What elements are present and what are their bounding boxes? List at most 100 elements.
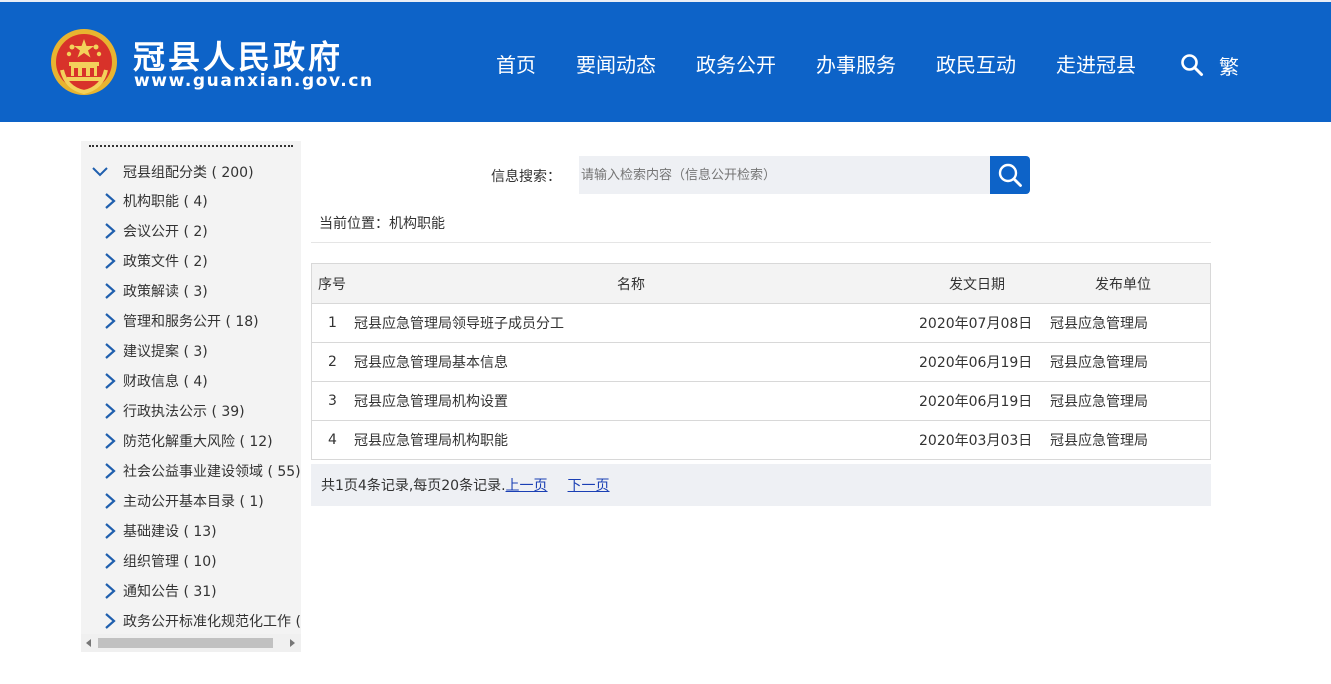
- sidebar-item-label: 机构职能 ( 4): [123, 194, 208, 210]
- chevron-right-icon: [105, 553, 116, 569]
- document-date: 2020年03月03日: [919, 433, 1033, 449]
- chevron-right-icon: [105, 463, 116, 479]
- sidebar-item-policy-docs[interactable]: 政策文件 ( 2): [103, 246, 301, 276]
- column-header-date: 发文日期: [949, 276, 1005, 293]
- tree-list: 机构职能 ( 4) 会议公开 ( 2) 政策文件 ( 2) 政策解读 ( 3) …: [103, 186, 301, 636]
- chevron-right-icon: [105, 313, 116, 329]
- sidebar-item-notices[interactable]: 通知公告 ( 31): [103, 576, 301, 606]
- table-header: 序号 名称 发文日期 发布单位: [312, 264, 1210, 304]
- document-date: 2020年06月19日: [919, 394, 1033, 410]
- main-nav: 首页 要闻动态 政务公开 办事服务 政民互动 走进冠县: [476, 50, 1156, 82]
- next-page-link[interactable]: 下一页: [568, 475, 610, 495]
- table-row: 3 冠县应急管理局机构设置 2020年06月19日 冠县应急管理局: [312, 382, 1210, 421]
- tree-root-label: 冠县组配分类 ( 200): [123, 165, 254, 181]
- sidebar-item-label: 主动公开基本目录 ( 1): [123, 494, 264, 510]
- sidebar-item-label: 组织管理 ( 10): [123, 554, 217, 570]
- column-header-name: 名称: [617, 276, 645, 293]
- document-date: 2020年06月19日: [919, 355, 1033, 371]
- sidebar-item-label: 通知公告 ( 31): [123, 584, 217, 600]
- document-link[interactable]: 冠县应急管理局机构职能: [354, 430, 508, 450]
- row-number: 1: [328, 315, 337, 331]
- site-url: www.guanxian.gov.cn: [134, 71, 374, 91]
- sidebar-item-label: 政策解读 ( 3): [123, 284, 208, 300]
- search-input[interactable]: [579, 156, 991, 194]
- chevron-right-icon: [105, 223, 116, 239]
- chevron-right-icon: [105, 493, 116, 509]
- sidebar-item-label: 会议公开 ( 2): [123, 224, 208, 240]
- divider: [311, 242, 1211, 243]
- search-button[interactable]: [990, 156, 1030, 194]
- scroll-right-icon[interactable]: [290, 639, 295, 647]
- document-unit: 冠县应急管理局: [1050, 433, 1148, 449]
- sidebar-item-org-functions[interactable]: 机构职能 ( 4): [103, 186, 301, 216]
- chevron-right-icon: [105, 583, 116, 599]
- sidebar-item-policy-interpretation[interactable]: 政策解读 ( 3): [103, 276, 301, 306]
- sidebar-item-management-services[interactable]: 管理和服务公开 ( 18): [103, 306, 301, 336]
- nav-item-news[interactable]: 要闻动态: [556, 50, 676, 80]
- scrollbar-thumb[interactable]: [98, 638, 273, 648]
- nav-item-home[interactable]: 首页: [476, 50, 556, 80]
- category-sidebar: 冠县组配分类 ( 200) 机构职能 ( 4) 会议公开 ( 2) 政策文件 (…: [81, 141, 301, 652]
- search-icon[interactable]: [1180, 53, 1204, 77]
- national-emblem-icon[interactable]: [50, 26, 118, 98]
- sidebar-item-label: 建议提案 ( 3): [123, 344, 208, 360]
- chevron-right-icon: [105, 403, 116, 419]
- pagination: 共1页4条记录,每页20条记录. 上一页 下一页: [311, 464, 1211, 506]
- traditional-chinese-toggle[interactable]: 繁: [1219, 51, 1239, 80]
- nav-item-gov-affairs[interactable]: 政务公开: [676, 50, 796, 80]
- row-number: 3: [328, 393, 337, 409]
- sidebar-item-finance[interactable]: 财政信息 ( 4): [103, 366, 301, 396]
- sidebar-item-infrastructure[interactable]: 基础建设 ( 13): [103, 516, 301, 546]
- sidebar-item-disclosure-catalog[interactable]: 主动公开基本目录 ( 1): [103, 486, 301, 516]
- document-link[interactable]: 冠县应急管理局领导班子成员分工: [354, 313, 564, 333]
- document-unit: 冠县应急管理局: [1050, 394, 1148, 410]
- column-header-unit: 发布单位: [1095, 276, 1151, 293]
- chevron-right-icon: [105, 523, 116, 539]
- sidebar-item-label: 管理和服务公开 ( 18): [123, 314, 259, 330]
- nav-item-about[interactable]: 走进冠县: [1036, 50, 1156, 80]
- chevron-right-icon: [105, 253, 116, 269]
- table-row: 1 冠县应急管理局领导班子成员分工 2020年07月08日 冠县应急管理局: [312, 304, 1210, 343]
- sidebar-item-label: 政务公开标准化规范化工作 (: [123, 614, 301, 630]
- sidebar-item-meetings[interactable]: 会议公开 ( 2): [103, 216, 301, 246]
- document-unit: 冠县应急管理局: [1050, 355, 1148, 371]
- sidebar-item-law-enforcement[interactable]: 行政执法公示 ( 39): [103, 396, 301, 426]
- sidebar-item-label: 行政执法公示 ( 39): [123, 404, 245, 420]
- document-link[interactable]: 冠县应急管理局基本信息: [354, 352, 508, 372]
- sidebar-item-organization[interactable]: 组织管理 ( 10): [103, 546, 301, 576]
- sidebar-item-proposals[interactable]: 建议提案 ( 3): [103, 336, 301, 366]
- sidebar-item-public-welfare[interactable]: 社会公益事业建设领域 ( 55): [103, 456, 301, 486]
- sidebar-item-label: 政策文件 ( 2): [123, 254, 208, 270]
- chevron-right-icon: [105, 343, 116, 359]
- table-row: 2 冠县应急管理局基本信息 2020年06月19日 冠县应急管理局: [312, 343, 1210, 382]
- documents-table: 序号 名称 发文日期 发布单位 1 冠县应急管理局领导班子成员分工 2020年0…: [311, 263, 1211, 460]
- chevron-right-icon: [105, 433, 116, 449]
- chevron-right-icon: [105, 613, 116, 629]
- sidebar-item-standardization[interactable]: 政务公开标准化规范化工作 (: [103, 606, 301, 636]
- sidebar-item-risk-prevention[interactable]: 防范化解重大风险 ( 12): [103, 426, 301, 456]
- row-number: 4: [328, 432, 337, 448]
- nav-item-services[interactable]: 办事服务: [796, 50, 916, 80]
- prev-page-link[interactable]: 上一页: [506, 475, 548, 495]
- breadcrumb: 当前位置：机构职能: [319, 216, 445, 232]
- document-date: 2020年07月08日: [919, 316, 1033, 332]
- chevron-down-icon[interactable]: [91, 163, 109, 181]
- sidebar-item-label: 财政信息 ( 4): [123, 374, 208, 390]
- horizontal-scrollbar[interactable]: [81, 634, 301, 652]
- search-icon: [998, 163, 1022, 187]
- sidebar-item-label: 防范化解重大风险 ( 12): [123, 434, 273, 450]
- chevron-right-icon: [105, 373, 116, 389]
- nav-item-interaction[interactable]: 政民互动: [916, 50, 1036, 80]
- sidebar-item-label: 社会公益事业建设领域 ( 55): [123, 464, 301, 480]
- search-label: 信息搜索：: [491, 169, 561, 185]
- scroll-left-icon[interactable]: [86, 639, 91, 647]
- pagination-summary: 共1页4条记录,每页20条记录.: [321, 478, 506, 494]
- divider: [89, 145, 293, 147]
- chevron-right-icon: [105, 283, 116, 299]
- site-header: 冠县人民政府 www.guanxian.gov.cn 首页 要闻动态 政务公开 …: [0, 0, 1331, 122]
- table-row: 4 冠县应急管理局机构职能 2020年03月03日 冠县应急管理局: [312, 421, 1210, 460]
- document-link[interactable]: 冠县应急管理局机构设置: [354, 391, 508, 411]
- document-unit: 冠县应急管理局: [1050, 316, 1148, 332]
- row-number: 2: [328, 354, 337, 370]
- tree-root[interactable]: 冠县组配分类 ( 200): [91, 159, 254, 185]
